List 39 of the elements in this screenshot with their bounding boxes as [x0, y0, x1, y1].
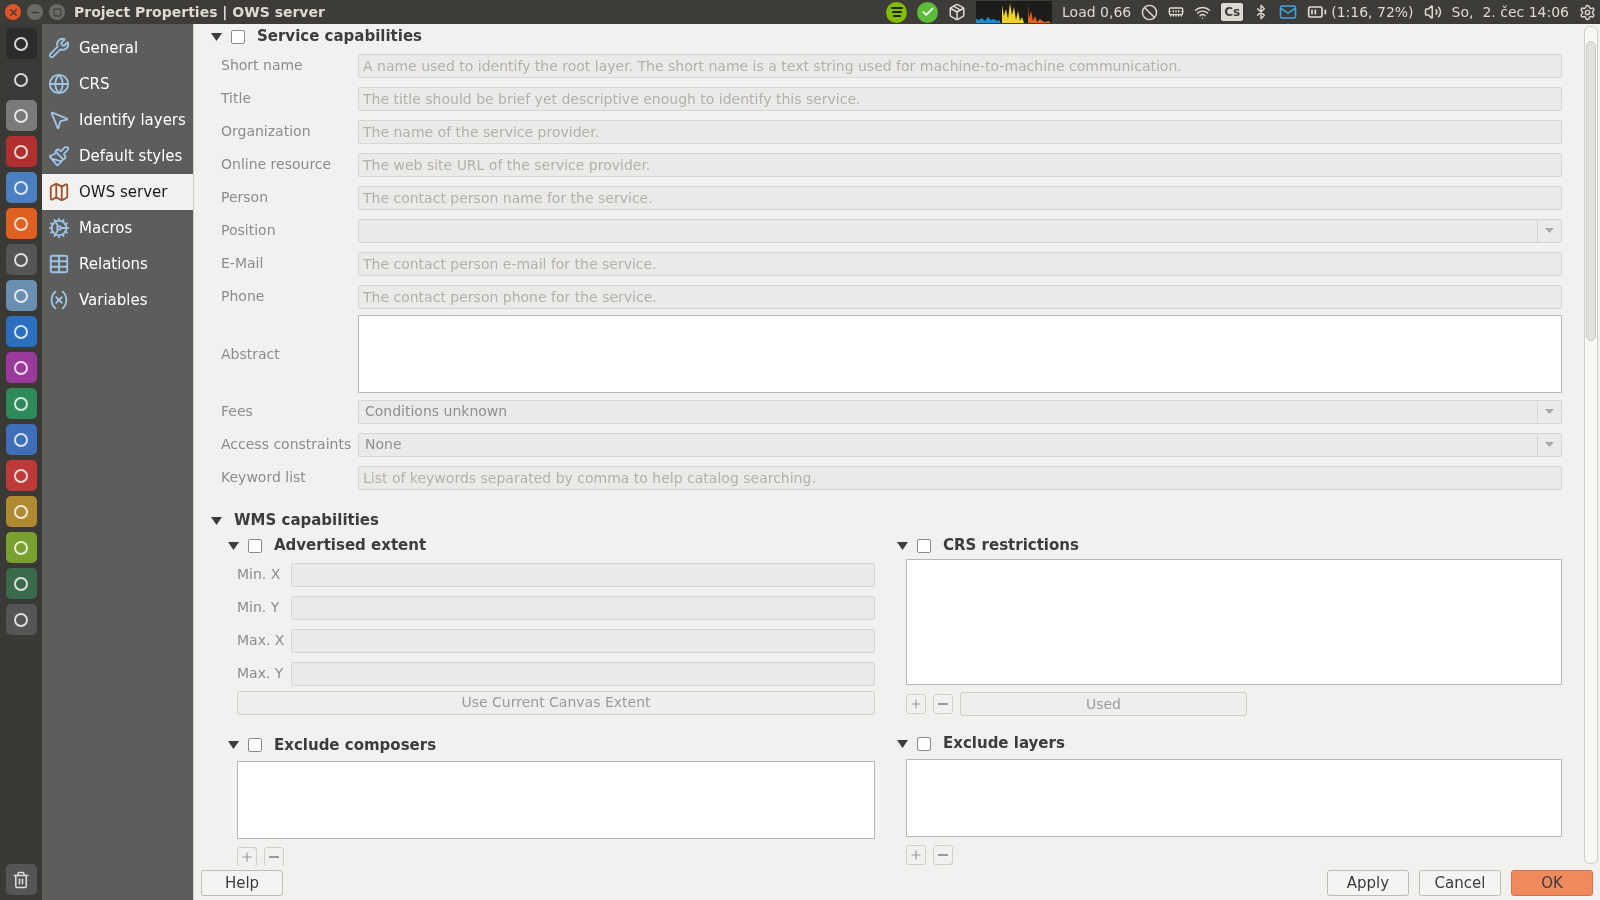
keyboard-layout-indicator[interactable]: Cs	[1221, 3, 1244, 21]
dialog-button[interactable]: Cancel	[1419, 870, 1501, 896]
sidebar-item[interactable]: Relations	[42, 246, 193, 282]
group-title: WMS capabilities	[234, 510, 379, 532]
window-title: Project Properties | OWS server	[74, 2, 325, 23]
group-title: Service capabilities	[257, 26, 423, 48]
sidebar-item[interactable]: Default styles	[42, 138, 193, 174]
field-label: Fees	[221, 402, 254, 421]
field-label: E-Mail	[221, 254, 265, 273]
dialog-button[interactable]: OK	[1511, 870, 1593, 896]
field-label: Person	[221, 188, 270, 207]
sidebar-item[interactable]: CRS	[42, 66, 193, 102]
field-label: Phone	[221, 287, 266, 306]
sidebar-item[interactable]: OWS server	[42, 174, 193, 210]
load-indicator: Load 0,66	[1062, 2, 1132, 22]
field-label: Min. X	[237, 565, 282, 584]
field-label: Access constraints	[221, 435, 353, 454]
field-label: Max. Y	[237, 664, 285, 683]
field-label: Position	[221, 221, 277, 240]
field-label: Max. X	[237, 631, 286, 650]
field-label: Abstract	[221, 344, 281, 364]
group-title: Exclude composers	[274, 734, 437, 756]
sidebar-item[interactable]: Macros	[42, 210, 193, 246]
sidebar-item[interactable]: General	[42, 30, 193, 66]
dialog-button[interactable]: Help	[201, 870, 283, 896]
sidebar-item[interactable]: Identify layers	[42, 102, 193, 138]
field-label: Min. Y	[237, 598, 281, 617]
group-title: Exclude layers	[943, 733, 1065, 755]
group-title: CRS restrictions	[943, 535, 1079, 557]
field-label: Online resource	[221, 155, 333, 174]
field-label: Keyword list	[221, 468, 307, 487]
field-label: Title	[221, 89, 252, 108]
group-title: Advertised extent	[274, 535, 427, 557]
field-label: Short name	[221, 56, 304, 75]
battery-status: (1:16, 72%)	[1331, 2, 1414, 22]
clock[interactable]: So, 2. čec 14:06	[1451, 1, 1569, 23]
sidebar-item[interactable]: Variables	[42, 282, 193, 318]
field-label: Organization	[221, 122, 312, 141]
dialog-button[interactable]: Apply	[1327, 870, 1409, 896]
